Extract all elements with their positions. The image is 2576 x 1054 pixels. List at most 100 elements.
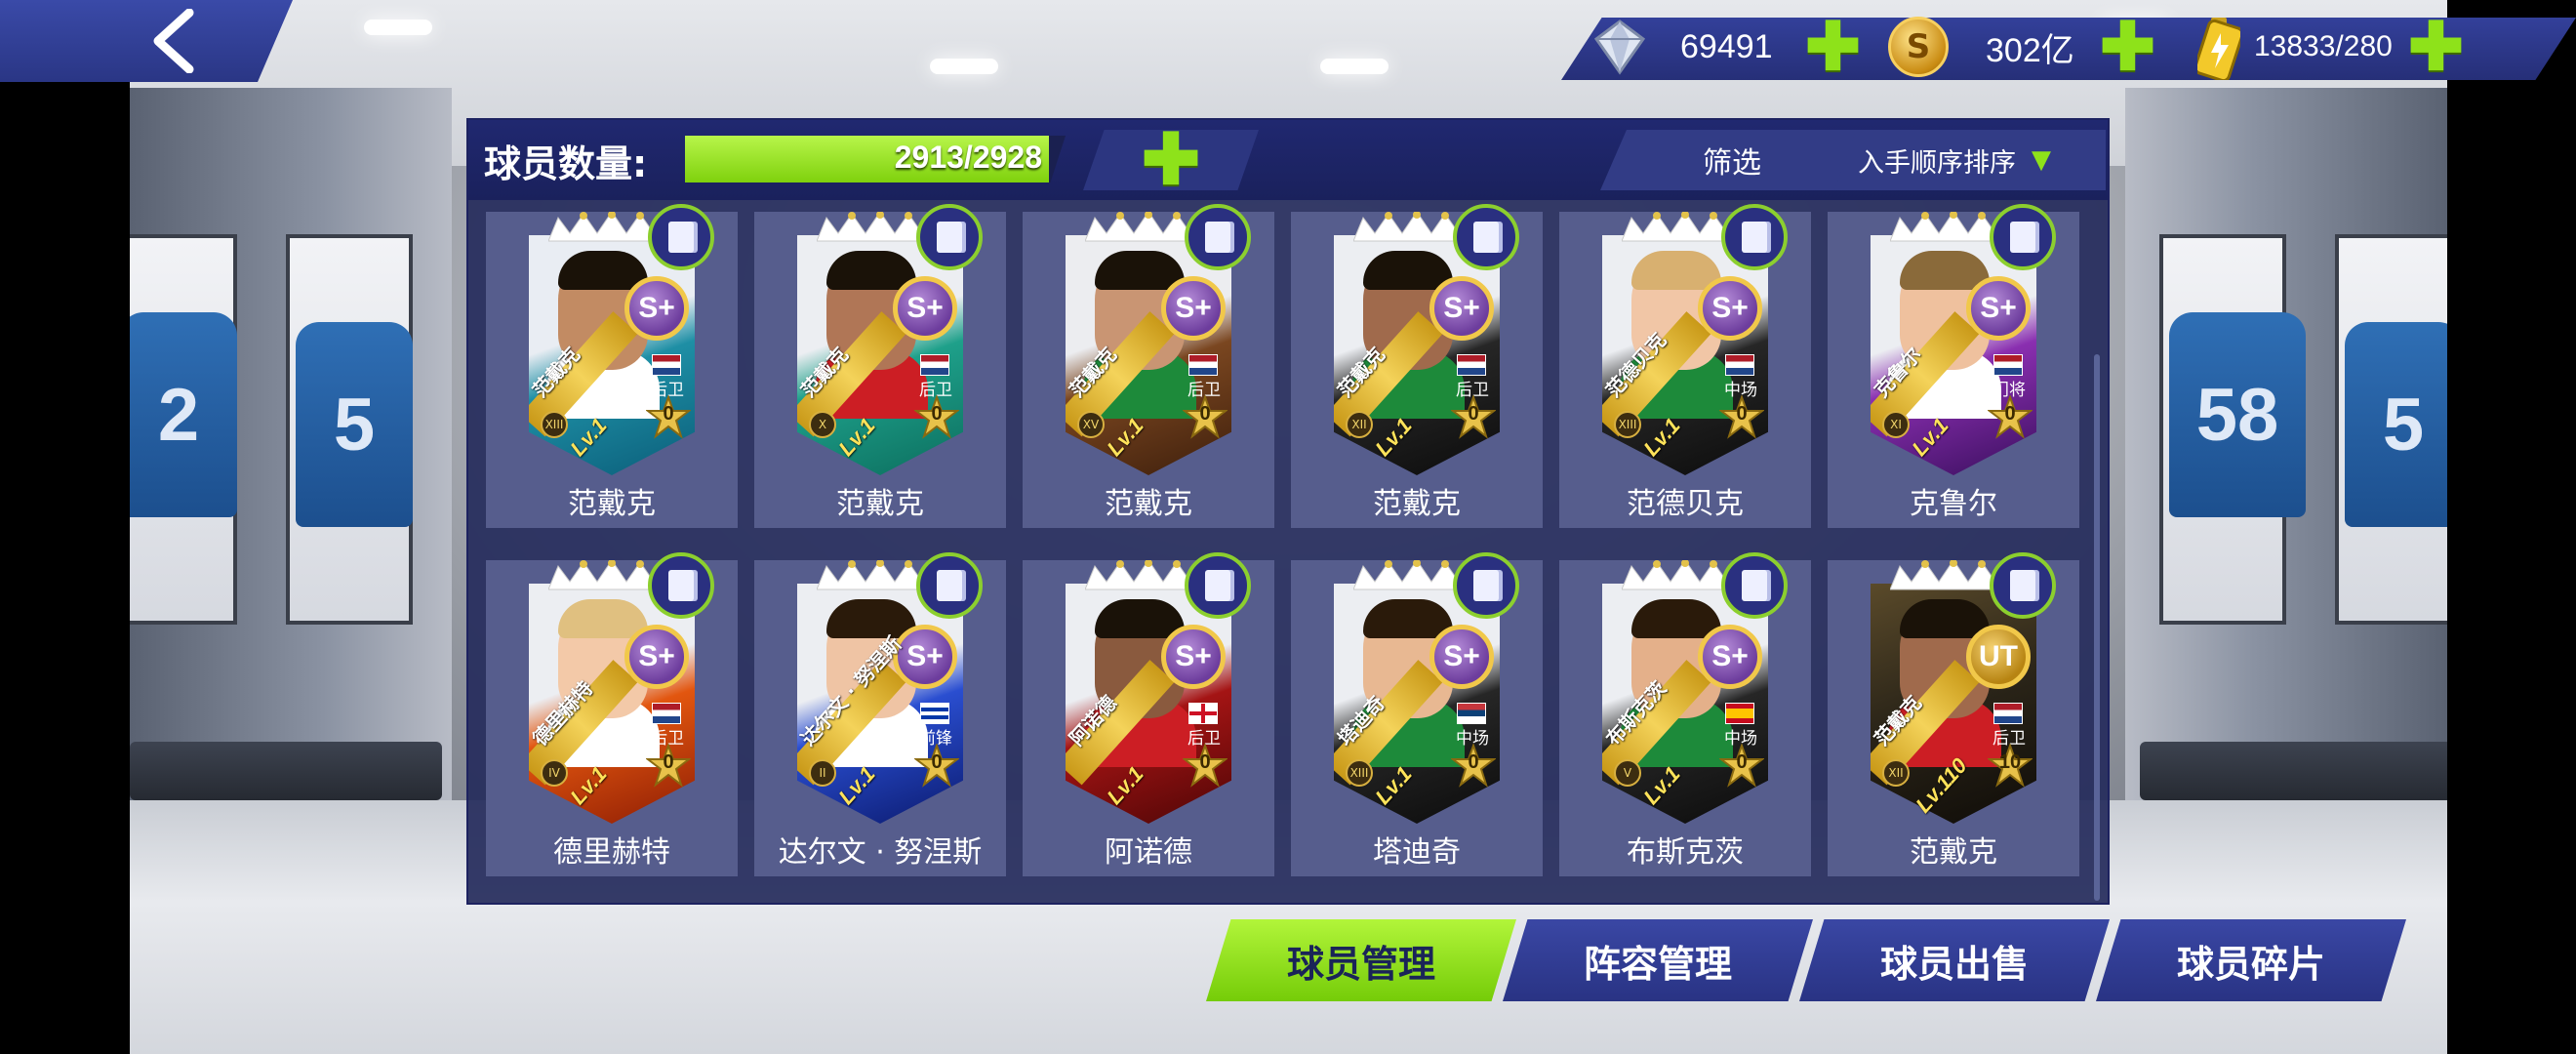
- player-card-5[interactable]: S+ 中场 0 范德贝克 Lv.1 XIII 范德贝克: [1559, 204, 1811, 528]
- player-name: 德里赫特: [553, 835, 670, 870]
- season-badge: X: [809, 411, 836, 438]
- grade-badge: S+: [893, 625, 957, 689]
- player-card-7[interactable]: S+ 后卫 0 德里赫特 Lv.1 IV 德里赫特: [486, 552, 738, 876]
- sort-label: 入手顺序排序: [1858, 147, 2016, 179]
- bench: [2140, 742, 2447, 800]
- card-info-icon[interactable]: [648, 552, 714, 619]
- back-button[interactable]: [0, 0, 293, 82]
- tab-player-fragments[interactable]: 球员碎片: [2096, 919, 2406, 1001]
- player-card-2[interactable]: S+ 后卫 0 范戴克 Lv.1 X 范戴克: [754, 204, 1006, 528]
- jersey: 2: [130, 312, 237, 517]
- player-list-panel: 球员数量: 2913/2928 ✚ 筛选 入手顺序排序 ▼ S+ 后卫 0 范戴…: [466, 118, 2110, 905]
- energy-count: 13833/280: [2254, 30, 2393, 62]
- sort-dropdown[interactable]: 入手顺序排序 ▼: [1834, 130, 2106, 190]
- player-count-bar: 2913/2928: [685, 136, 1066, 182]
- player-count-value: 2913/2928: [894, 140, 1042, 175]
- star-count: 0: [1468, 403, 1479, 425]
- star-count: 0: [1199, 403, 1211, 425]
- bench: [130, 742, 442, 800]
- card-info-icon[interactable]: [1990, 552, 2056, 619]
- nationality-flag-icon: [1457, 703, 1486, 724]
- star-count: 0: [1468, 751, 1479, 773]
- filter-button[interactable]: 筛选: [1600, 130, 1864, 190]
- player-card-3[interactable]: S+ 后卫 0 范戴克 Lv.1 XV 范戴克: [1023, 204, 1274, 528]
- coin-count: 302亿: [1986, 31, 2074, 69]
- player-name: 范戴克: [1105, 487, 1192, 521]
- add-gems-button[interactable]: ✚: [1805, 14, 1861, 80]
- player-card-4[interactable]: S+ 后卫 0 范戴克 Lv.1 XII 范戴克: [1291, 204, 1543, 528]
- player-card-10[interactable]: S+ 中场 0 塔迪奇 Lv.1 XIII 塔迪奇: [1291, 552, 1543, 876]
- player-name: 范戴克: [568, 487, 656, 521]
- player-name: 克鲁尔: [1910, 487, 1997, 521]
- filter-label: 筛选: [1703, 146, 1761, 181]
- player-card-1[interactable]: S+ 后卫 0 范戴克 Lv.1 XIII 范戴克: [486, 204, 738, 528]
- card-info-icon[interactable]: [1453, 204, 1519, 270]
- nationality-flag-icon: [1725, 703, 1754, 724]
- card-info-icon[interactable]: [1185, 204, 1251, 270]
- player-name: 阿诺德: [1105, 835, 1192, 870]
- expand-capacity-button[interactable]: ✚: [1083, 130, 1259, 190]
- nationality-flag-icon: [1188, 354, 1218, 376]
- season-badge: II: [809, 759, 836, 787]
- coin-icon: S: [1888, 17, 1949, 77]
- player-name: 范戴克: [1910, 835, 1997, 870]
- season-badge: XIII: [1346, 759, 1373, 787]
- add-energy-button[interactable]: ✚: [2408, 14, 2464, 80]
- tab-player-management[interactable]: 球员管理: [1206, 919, 1516, 1001]
- card-info-icon[interactable]: [1721, 204, 1788, 270]
- grade-badge: S+: [1161, 276, 1226, 341]
- star-count: 0: [931, 403, 943, 425]
- tab-player-sale[interactable]: 球员出售: [1799, 919, 2110, 1001]
- nationality-flag-icon: [1993, 703, 2023, 724]
- card-info-icon[interactable]: [1990, 204, 2056, 270]
- add-coins-button[interactable]: ✚: [2100, 14, 2155, 80]
- season-badge: XIII: [1614, 411, 1641, 438]
- card-info-icon[interactable]: [1453, 552, 1519, 619]
- nationality-flag-icon: [652, 703, 681, 724]
- player-card-9[interactable]: S+ 后卫 0 阿诺德 Lv.1 阿诺德: [1023, 552, 1274, 876]
- ceiling-light: [364, 20, 432, 35]
- grade-badge: S+: [1161, 625, 1226, 689]
- tab-lineup-management[interactable]: 阵容管理: [1503, 919, 1813, 1001]
- grade-badge: S+: [1429, 276, 1494, 341]
- player-card-8[interactable]: S+ 前锋 0 达尔文 · 努涅斯 Lv.1 II 达尔文 · 努涅斯: [754, 552, 1006, 876]
- jersey: 5: [2345, 322, 2447, 527]
- nationality-flag-icon: [920, 354, 949, 376]
- player-name: 布斯克茨: [1627, 835, 1744, 870]
- player-card-6[interactable]: S+ 门将 0 克鲁尔 Lv.1 XI 克鲁尔: [1828, 204, 2079, 528]
- player-count-label: 球员数量:: [484, 142, 648, 185]
- season-badge: IV: [541, 759, 568, 787]
- season-badge: V: [1614, 759, 1641, 787]
- card-info-icon[interactable]: [916, 204, 983, 270]
- season-badge: XII: [1346, 411, 1373, 438]
- grade-badge: S+: [624, 276, 689, 341]
- plus-icon: ✚: [1141, 121, 1201, 199]
- star-count: 0: [931, 751, 943, 773]
- grade-badge: S+: [1966, 276, 2031, 341]
- nationality-flag-icon: [652, 354, 681, 376]
- player-card-12[interactable]: UT 后卫 10 范戴克 Lv.110 XII 范戴克: [1828, 552, 2079, 876]
- season-badge: XV: [1077, 411, 1105, 438]
- ceiling-light: [930, 59, 998, 74]
- scrollbar[interactable]: [2094, 354, 2100, 901]
- battery-icon: [2197, 18, 2240, 80]
- ceiling-light: [1320, 59, 1389, 74]
- player-name: 塔迪奇: [1373, 835, 1461, 870]
- grade-badge: S+: [1698, 276, 1762, 341]
- grade-badge: S+: [1429, 625, 1494, 689]
- nationality-flag-icon: [1457, 354, 1486, 376]
- star-count: 0: [663, 751, 674, 773]
- player-name: 范戴克: [1373, 487, 1461, 521]
- gem-count: 69491: [1680, 27, 1773, 65]
- player-card-11[interactable]: S+ 中场 0 布斯克茨 Lv.1 V 布斯克茨: [1559, 552, 1811, 876]
- panel-header: 球员数量: 2913/2928 ✚ 筛选 入手顺序排序 ▼: [468, 120, 2108, 200]
- season-badge: XII: [1882, 759, 1910, 787]
- season-badge: XIII: [541, 411, 568, 438]
- card-info-icon[interactable]: [1185, 552, 1251, 619]
- card-info-icon[interactable]: [916, 552, 983, 619]
- star-count: 0: [663, 403, 674, 425]
- card-info-icon[interactable]: [648, 204, 714, 270]
- player-name: 范戴克: [836, 487, 924, 521]
- nationality-flag-icon: [1725, 354, 1754, 376]
- card-info-icon[interactable]: [1721, 552, 1788, 619]
